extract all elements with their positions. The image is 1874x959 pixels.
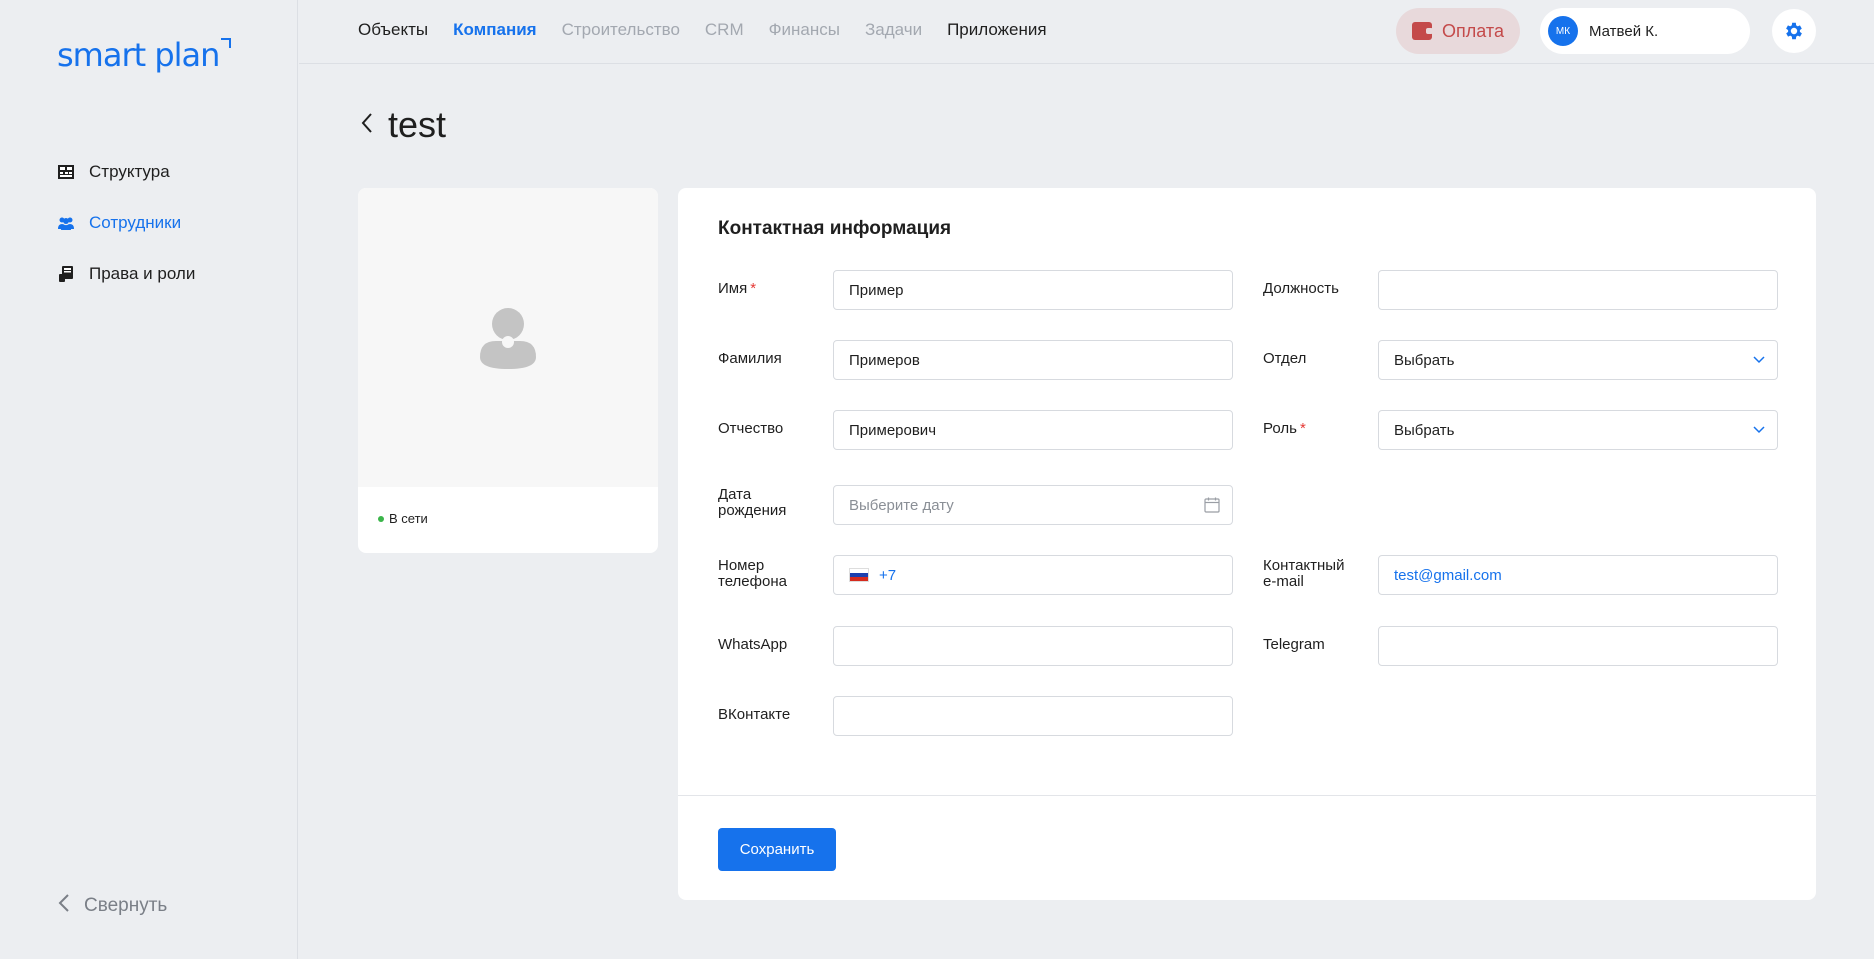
top-nav-objects[interactable]: Объекты xyxy=(358,20,428,40)
save-button[interactable]: Сохранить xyxy=(718,828,836,871)
calendar-icon[interactable] xyxy=(1204,497,1220,513)
logo-corner-mark xyxy=(221,38,232,48)
phone-field[interactable]: +7 xyxy=(833,555,1233,595)
first-name-label: Имя * xyxy=(718,280,757,297)
whatsapp-label: WhatsApp xyxy=(718,636,788,653)
sidebar: smart plan Структура Сотрудники Права и … xyxy=(0,0,298,959)
required-mark: * xyxy=(750,280,757,297)
logo-text: smart plan xyxy=(57,36,220,74)
status-label: В сети xyxy=(389,511,428,526)
top-nav-company[interactable]: Компания xyxy=(453,20,536,40)
payment-button[interactable]: Оплата xyxy=(1396,8,1520,54)
top-nav-apps[interactable]: Приложения xyxy=(947,20,1046,40)
role-label: Роль * xyxy=(1263,420,1306,437)
department-select[interactable]: Выбрать xyxy=(1378,340,1778,380)
first-name-field[interactable]: Пример xyxy=(833,270,1233,310)
structure-icon xyxy=(58,164,74,180)
collapse-label: Свернуть xyxy=(84,895,168,916)
top-nav-tasks[interactable]: Задачи xyxy=(865,20,922,40)
email-field[interactable]: test@gmail.com xyxy=(1378,555,1778,595)
online-dot-icon xyxy=(378,515,384,522)
photo-upload-area[interactable] xyxy=(358,188,658,487)
role-select[interactable]: Выбрать xyxy=(1378,410,1778,450)
settings-button[interactable] xyxy=(1772,9,1816,53)
email-label: Контактный e-mail xyxy=(1263,557,1345,590)
required-mark: * xyxy=(1299,420,1306,437)
payment-label: Оплата xyxy=(1442,20,1504,41)
vk-field[interactable] xyxy=(833,696,1233,736)
logo[interactable]: smart plan xyxy=(57,36,232,74)
phone-code: +7 xyxy=(879,566,897,584)
patronymic-label: Отчество xyxy=(718,420,784,437)
birth-date-label: Дата рождения xyxy=(718,486,787,519)
vk-label: ВКонтакте xyxy=(718,706,791,723)
back-button[interactable] xyxy=(360,111,374,139)
position-field[interactable] xyxy=(1378,270,1778,310)
sidebar-item-label: Сотрудники xyxy=(89,212,182,232)
form-divider xyxy=(678,795,1816,796)
chevron-down-icon xyxy=(1753,356,1765,364)
last-name-field[interactable]: Примеров xyxy=(833,340,1233,380)
contact-form-card: Контактная информация Имя * Пример Фамили… xyxy=(678,188,1816,900)
sidebar-item-label: Права и роли xyxy=(89,263,196,283)
badge-icon xyxy=(58,265,74,282)
chevron-left-icon xyxy=(58,893,70,919)
sidebar-item-structure[interactable]: Структура xyxy=(58,146,195,197)
sidebar-item-rights-roles[interactable]: Права и роли xyxy=(58,248,195,299)
side-nav: Структура Сотрудники Права и роли xyxy=(58,146,195,299)
telegram-field[interactable] xyxy=(1378,626,1778,666)
page-title: test xyxy=(388,104,447,145)
position-label: Должность xyxy=(1263,280,1339,297)
profile-photo-card: В сети xyxy=(358,188,658,553)
whatsapp-field[interactable] xyxy=(833,626,1233,666)
avatar: МК xyxy=(1548,16,1578,46)
topbar: Объекты Компания Строительство CRM Финан… xyxy=(299,0,1874,64)
form-title: Контактная информация xyxy=(718,218,952,239)
russia-flag-icon[interactable] xyxy=(849,568,869,582)
gear-icon xyxy=(1783,20,1805,42)
user-placeholder-icon xyxy=(480,307,536,369)
users-icon xyxy=(58,215,74,231)
birth-date-field[interactable]: Выберите дату xyxy=(833,485,1233,525)
top-nav-construction[interactable]: Строительство xyxy=(562,20,680,40)
last-name-label: Фамилия xyxy=(718,350,782,367)
telegram-label: Telegram xyxy=(1263,636,1325,653)
chevron-down-icon xyxy=(1753,426,1765,434)
wallet-icon xyxy=(1412,22,1434,40)
online-status: В сети xyxy=(378,511,428,526)
sidebar-item-employees[interactable]: Сотрудники xyxy=(58,197,195,248)
top-nav-crm[interactable]: CRM xyxy=(705,20,744,40)
phone-label: Номер телефона xyxy=(718,557,787,590)
patronymic-field[interactable]: Примерович xyxy=(833,410,1233,450)
top-nav-finance[interactable]: Финансы xyxy=(769,20,840,40)
user-menu[interactable]: МК Матвей К. xyxy=(1540,8,1750,54)
page-header: test xyxy=(360,104,446,146)
top-nav: Объекты Компания Строительство CRM Финан… xyxy=(358,20,1047,40)
collapse-sidebar-button[interactable]: Свернуть xyxy=(58,893,167,919)
sidebar-item-label: Структура xyxy=(89,161,170,181)
user-name: Матвей К. xyxy=(1589,22,1659,40)
department-label: Отдел xyxy=(1263,350,1307,367)
